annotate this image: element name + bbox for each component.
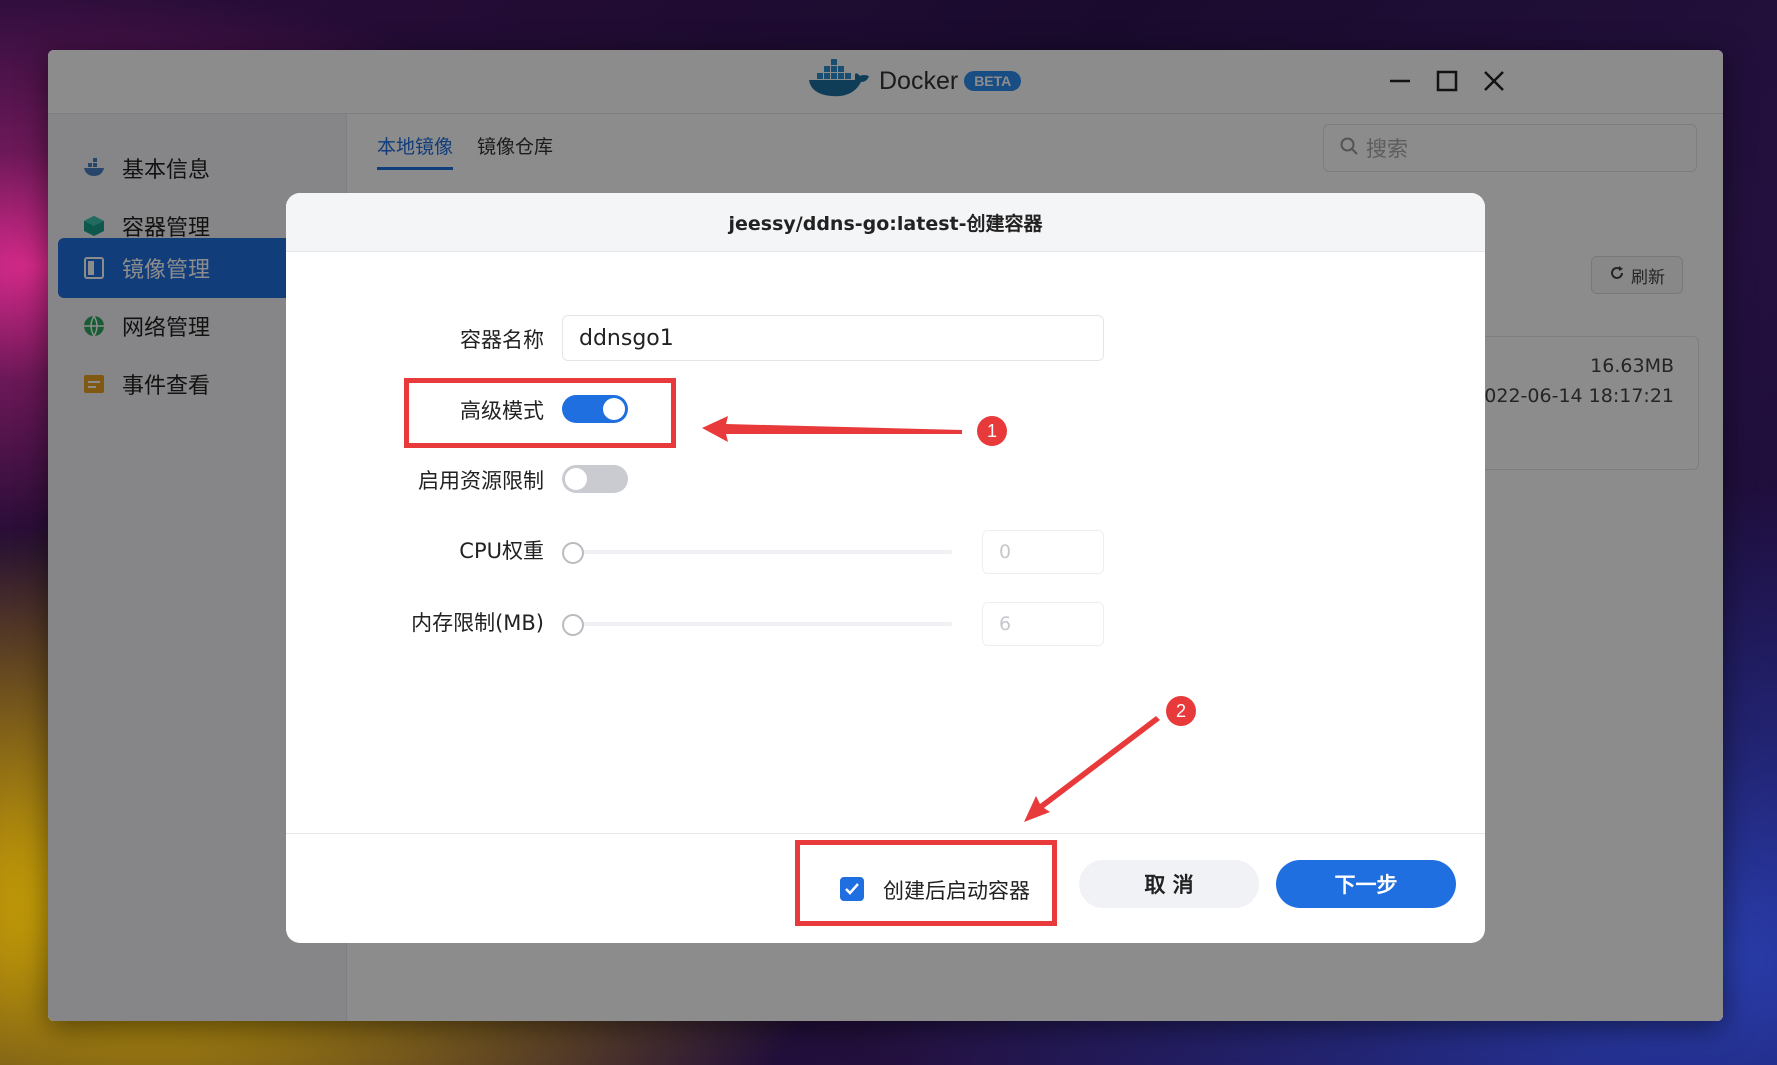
cpu-weight-slider-thumb[interactable] (562, 542, 584, 564)
create-container-dialog: jeessy/ddns-go:latest-创建容器 容器名称 ddnsgo1 … (286, 193, 1485, 943)
cpu-weight-slider-track[interactable] (574, 550, 952, 554)
memory-limit-slider-track[interactable] (574, 622, 952, 626)
dialog-title: jeessy/ddns-go:latest-创建容器 (286, 193, 1485, 252)
memory-limit-input[interactable]: 6 (982, 602, 1104, 646)
toggle-knob (565, 468, 587, 490)
annotation-badge-1: 1 (977, 416, 1007, 446)
memory-limit-label: 内存限制(MB) (411, 611, 544, 635)
resource-limit-label: 启用资源限制 (418, 469, 544, 493)
cpu-weight-label: CPU权重 (459, 539, 544, 563)
resource-limit-toggle[interactable] (562, 465, 628, 493)
cancel-button[interactable]: 取 消 (1079, 860, 1259, 908)
annotation-box-start-after-create (795, 840, 1057, 926)
annotation-arrow-1 (702, 416, 962, 442)
next-button[interactable]: 下一步 (1276, 860, 1456, 908)
annotation-badge-2: 2 (1166, 696, 1196, 726)
container-name-label: 容器名称 (460, 328, 544, 352)
container-name-input[interactable]: ddnsgo1 (562, 315, 1104, 361)
annotation-box-advanced-mode (404, 378, 676, 448)
memory-limit-slider-thumb[interactable] (562, 614, 584, 636)
cpu-weight-input[interactable]: 0 (982, 530, 1104, 574)
